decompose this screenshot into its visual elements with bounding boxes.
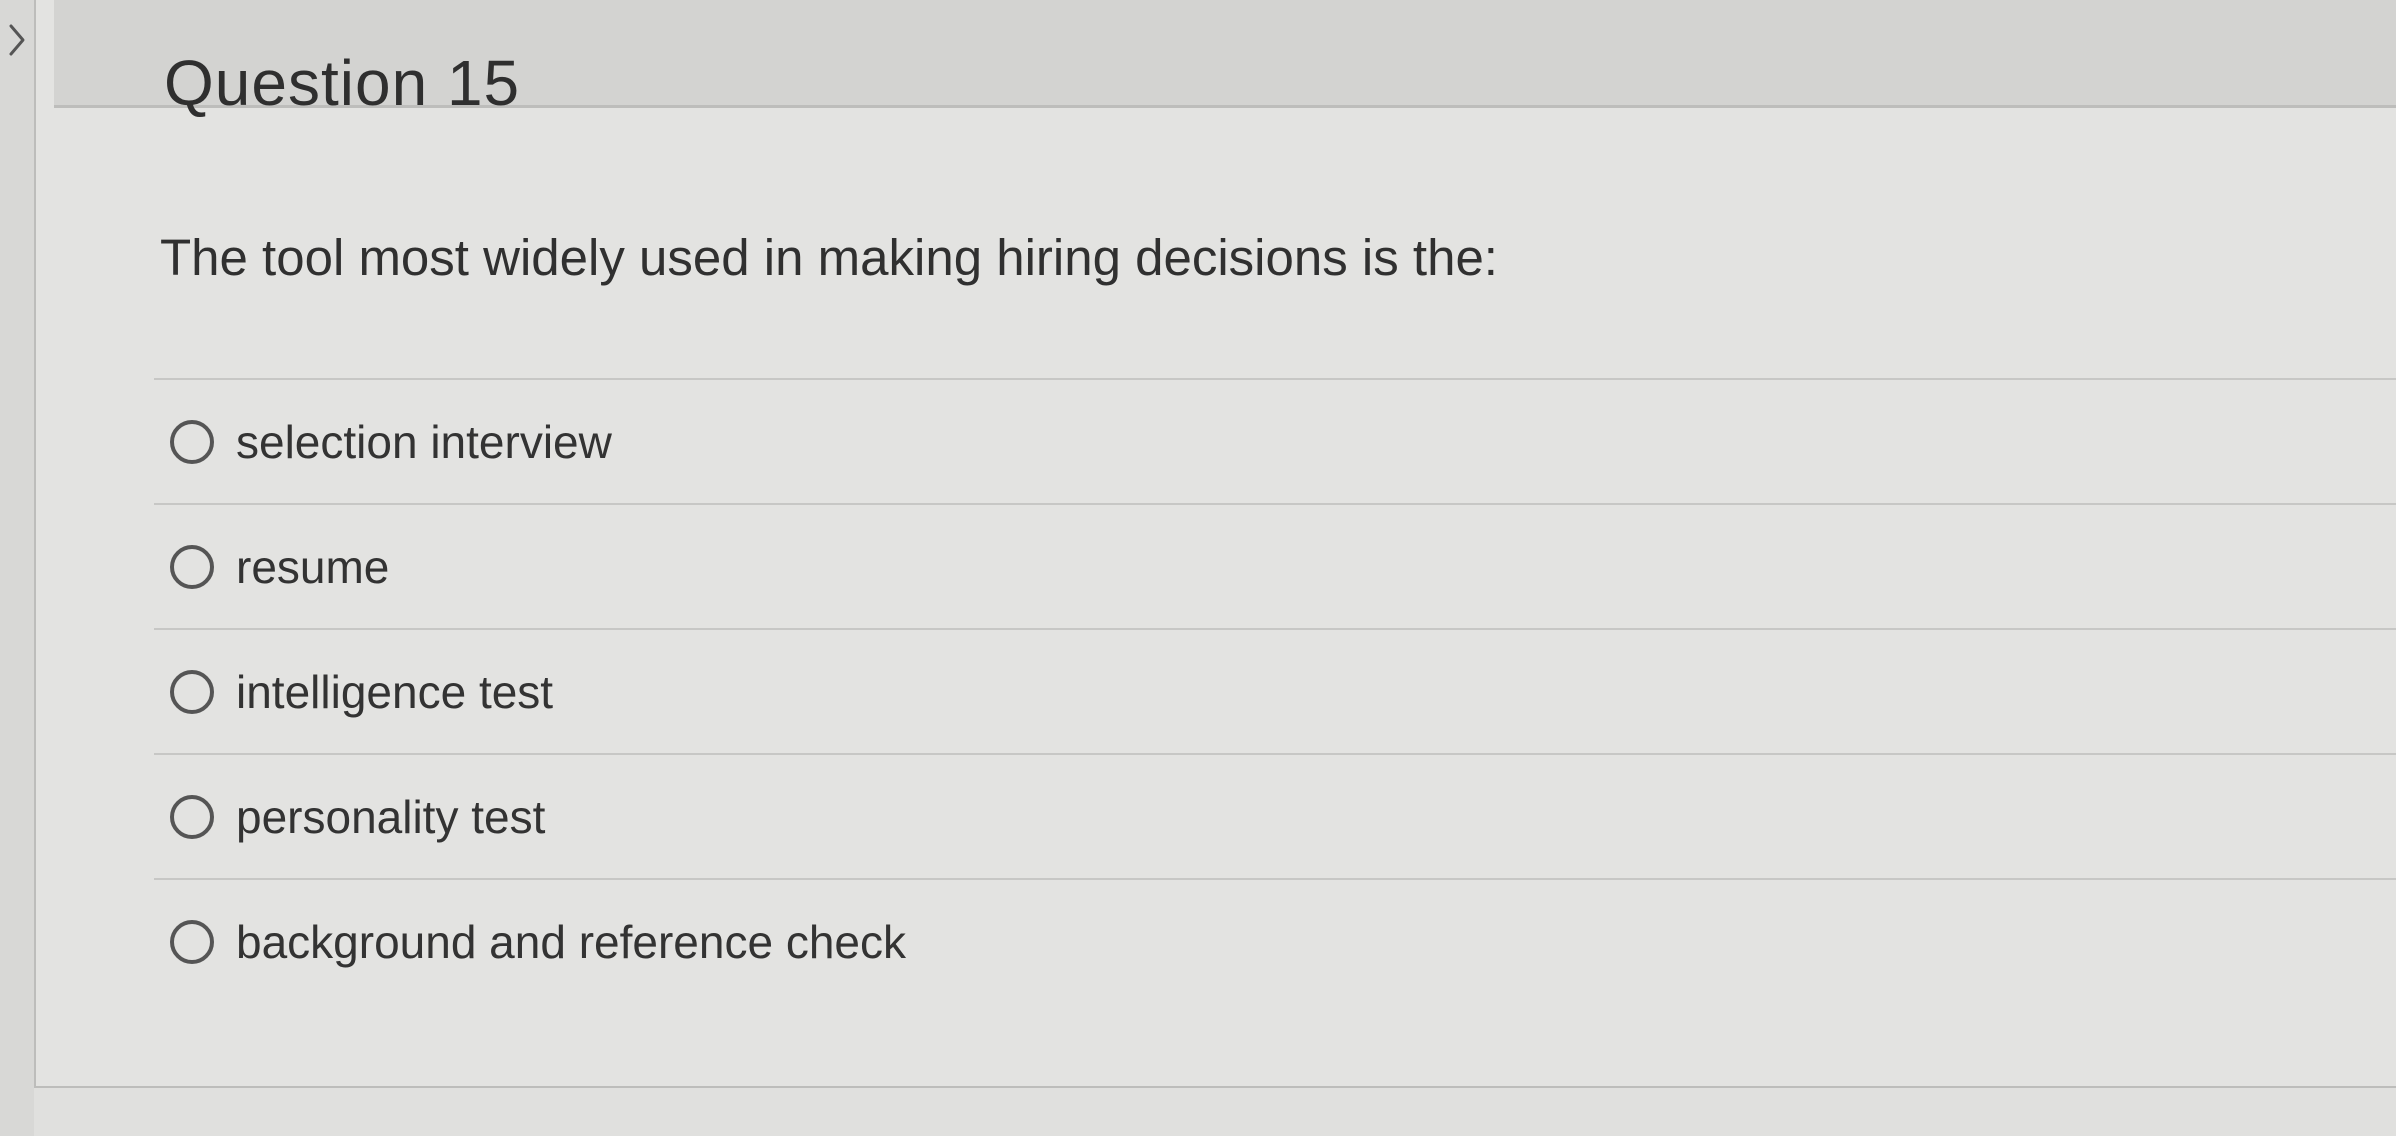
answer-label: intelligence test bbox=[236, 665, 554, 718]
answer-option-personality-test[interactable]: personality test bbox=[154, 753, 2396, 878]
answer-option-selection-interview[interactable]: selection interview bbox=[154, 378, 2396, 503]
answer-label: selection interview bbox=[236, 415, 612, 468]
answer-label: background and reference check bbox=[236, 915, 906, 968]
radio-unselected-icon[interactable] bbox=[170, 794, 214, 839]
collapse-toggle-button[interactable] bbox=[0, 14, 34, 66]
quiz-page: Question 15 The tool most widely used in… bbox=[0, 0, 2396, 1136]
radio-unselected-icon[interactable] bbox=[170, 419, 214, 464]
answer-option-intelligence-test[interactable]: intelligence test bbox=[154, 628, 2396, 753]
left-gutter bbox=[0, 0, 34, 1136]
question-header: Question 15 bbox=[54, 0, 2396, 119]
answer-list: selection interview resume intelligence … bbox=[154, 378, 2396, 1003]
radio-unselected-icon[interactable] bbox=[170, 544, 214, 589]
answer-option-resume[interactable]: resume bbox=[154, 503, 2396, 628]
answer-label: resume bbox=[236, 540, 390, 593]
question-card: Question 15 The tool most widely used in… bbox=[34, 0, 2396, 1088]
radio-unselected-icon[interactable] bbox=[170, 669, 214, 714]
answer-option-background-and-reference-check[interactable]: background and reference check bbox=[154, 878, 2396, 1003]
question-title: Question 15 bbox=[164, 46, 521, 119]
chevron-right-icon bbox=[9, 24, 25, 56]
question-text: The tool most widely used in making hiri… bbox=[160, 229, 1498, 286]
answer-label: personality test bbox=[236, 790, 546, 843]
radio-unselected-icon[interactable] bbox=[170, 919, 214, 964]
